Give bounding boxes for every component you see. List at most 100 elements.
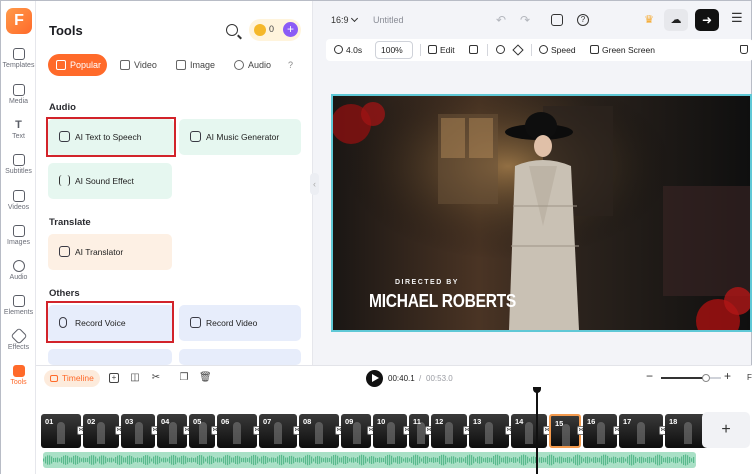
- trash-icon[interactable]: 🗑: [199, 372, 212, 384]
- card-ai-translator[interactable]: AI Translator: [48, 234, 172, 270]
- card-record-video[interactable]: Record Video: [179, 305, 301, 341]
- card-partial-2[interactable]: [179, 349, 301, 365]
- add-clip-button[interactable]: +: [702, 412, 750, 448]
- screenshot-icon[interactable]: [551, 14, 563, 26]
- timeline-clip[interactable]: 03: [121, 414, 155, 448]
- zoom-out-button[interactable]: −: [646, 369, 653, 383]
- aspect-ratio-select[interactable]: 16:9: [331, 15, 349, 25]
- waveform-bar: [563, 457, 565, 463]
- waveform-bar: [613, 456, 615, 464]
- waveform-bar: [205, 458, 207, 462]
- waveform-bar: [51, 456, 53, 464]
- waveform-bar: [267, 457, 269, 463]
- tab-popular[interactable]: Popular: [48, 54, 107, 76]
- tab-video[interactable]: Video: [112, 54, 162, 76]
- rail-item-templates[interactable]: Templates: [1, 48, 36, 69]
- collapse-panel-handle[interactable]: ‹: [310, 173, 319, 195]
- waveform-bar: [405, 457, 407, 463]
- rail-item-images[interactable]: Images: [1, 225, 36, 246]
- timeline-clip[interactable]: 07: [259, 414, 297, 448]
- flip-button[interactable]: [512, 43, 525, 57]
- rail-item-audio[interactable]: Audio: [1, 260, 36, 281]
- audio-track[interactable]: [43, 452, 696, 468]
- edit-button[interactable]: Edit: [428, 43, 455, 57]
- timeline-toggle[interactable]: Timeline: [44, 370, 100, 387]
- duplicate-icon[interactable]: ❐: [178, 372, 190, 384]
- timeline-clip[interactable]: 13: [469, 414, 509, 448]
- tools-panel: Tools 0 + Popular Video Image Audio ? Au…: [36, 1, 313, 365]
- timeline-clip[interactable]: 10: [373, 414, 407, 448]
- chevron-down-icon[interactable]: [350, 14, 359, 23]
- add-track-icon[interactable]: +: [109, 373, 119, 383]
- timeline-clip[interactable]: 06: [217, 414, 257, 448]
- speed-button[interactable]: Speed: [539, 43, 576, 57]
- volume-button[interactable]: [469, 43, 481, 57]
- help-icon[interactable]: ?: [577, 14, 589, 26]
- rail-item-tools[interactable]: Tools: [1, 365, 36, 386]
- waveform-bar: [387, 454, 389, 466]
- rail-item-subtitles[interactable]: Subtitles: [1, 154, 36, 175]
- zoom-slider-knob[interactable]: [702, 374, 710, 382]
- waveform-bar: [565, 457, 567, 463]
- waveform-bar: [139, 457, 141, 463]
- clip-thumbnail: [169, 422, 177, 444]
- play-button[interactable]: [366, 370, 383, 387]
- export-button[interactable]: ➜: [695, 9, 719, 31]
- delete-button[interactable]: [740, 43, 751, 57]
- waveform-bar: [265, 456, 267, 464]
- duration-button[interactable]: 4.0s: [334, 43, 362, 57]
- waveform-bar: [217, 457, 219, 463]
- waveform-bar: [111, 457, 113, 463]
- menu-icon[interactable]: ☰: [731, 10, 743, 26]
- zoom-slider-fill: [661, 377, 706, 379]
- waveform-bar: [277, 456, 279, 464]
- waveform-bar: [63, 455, 65, 465]
- cloud-icon[interactable]: ☁: [664, 9, 688, 31]
- timeline-clip[interactable]: 14: [511, 414, 547, 448]
- waveform-bar: [431, 457, 433, 463]
- green-screen-button[interactable]: Green Screen: [590, 43, 655, 57]
- timeline-clip[interactable]: 17: [619, 414, 663, 448]
- waveform-bar: [547, 455, 549, 465]
- waveform-bar: [383, 457, 385, 463]
- card-ai-music-generator[interactable]: AI Music Generator: [179, 119, 301, 155]
- zoom-slider[interactable]: [661, 374, 721, 382]
- app-logo[interactable]: F: [6, 8, 32, 34]
- tab-image[interactable]: Image: [168, 54, 220, 76]
- rotate-button[interactable]: [496, 43, 508, 57]
- rail-item-effects[interactable]: Effects: [1, 327, 36, 351]
- waveform-bar: [417, 455, 419, 465]
- tab-audio[interactable]: Audio: [226, 54, 278, 76]
- waveform-bar: [237, 455, 239, 465]
- video-preview[interactable]: DIRECTED BY MICHAEL ROBERTS: [331, 94, 752, 332]
- crown-icon[interactable]: ♛: [637, 9, 661, 31]
- undo-icon[interactable]: ↶: [494, 13, 508, 27]
- waveform-bar: [495, 454, 497, 466]
- rail-item-text[interactable]: T Text: [1, 119, 36, 140]
- waveform-bar: [53, 458, 55, 462]
- redo-icon[interactable]: ↷: [518, 13, 532, 27]
- split-icon[interactable]: ◫: [129, 372, 141, 384]
- add-credits-button[interactable]: +: [283, 22, 298, 37]
- fit-button[interactable]: F: [747, 373, 752, 382]
- waveform-bar: [379, 457, 381, 463]
- credits-badge[interactable]: 0 +: [249, 19, 301, 41]
- scissors-icon[interactable]: ✂: [150, 372, 162, 384]
- rail-item-elements[interactable]: Elements: [1, 295, 36, 316]
- timeline-clip[interactable]: 12: [431, 414, 467, 448]
- zoom-in-button[interactable]: +: [724, 369, 731, 383]
- search-icon[interactable]: [226, 24, 238, 36]
- card-partial-1[interactable]: [48, 349, 172, 365]
- timeline-clip[interactable]: 01: [41, 414, 81, 448]
- timeline-clip[interactable]: 16: [583, 414, 617, 448]
- rail-item-videos[interactable]: Videos: [1, 190, 36, 211]
- card-ai-sound-effect[interactable]: AI Sound Effect: [48, 163, 172, 199]
- project-title[interactable]: Untitled: [373, 15, 404, 25]
- waveform-bar: [173, 454, 175, 466]
- timeline-clip[interactable]: 02: [83, 414, 119, 448]
- zoom-select[interactable]: 100%: [375, 41, 413, 59]
- rail-item-media[interactable]: Media: [1, 84, 36, 105]
- tabs-more[interactable]: ?: [288, 54, 300, 76]
- timeline-clip[interactable]: 08: [299, 414, 339, 448]
- toolbar-divider: [487, 44, 488, 56]
